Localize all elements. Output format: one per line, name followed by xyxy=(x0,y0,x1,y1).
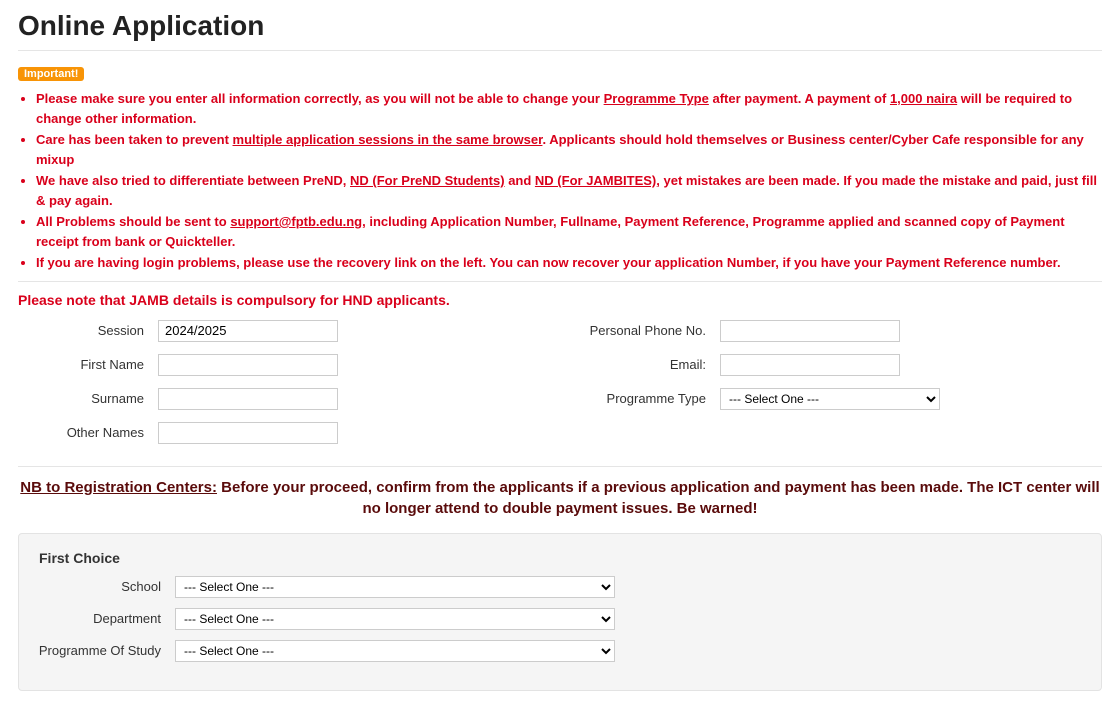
field-email: Email: xyxy=(560,354,1102,376)
department-select[interactable]: --- Select One --- xyxy=(175,608,615,630)
jamb-note: Please note that JAMB details is compuls… xyxy=(18,292,1102,308)
programme-of-study-label: Programme Of Study xyxy=(35,643,175,658)
field-first-name: First Name xyxy=(18,354,520,376)
warning-list: Please make sure you enter all informati… xyxy=(36,89,1102,273)
surname-label: Surname xyxy=(18,391,158,406)
warning-underline: support@fptb.edu.ng xyxy=(230,214,362,229)
nb-lead: NB to Registration Centers: xyxy=(20,479,217,496)
programme-type-label: Programme Type xyxy=(560,391,720,406)
warning-underline: ND (For JAMBITES) xyxy=(535,173,656,188)
form-row: Session First Name Surname Other Names P… xyxy=(18,320,1102,444)
other-names-label: Other Names xyxy=(18,425,158,440)
page-title: Online Application xyxy=(18,10,1102,42)
school-select[interactable]: --- Select One --- xyxy=(175,576,615,598)
important-badge: Important! xyxy=(18,67,84,81)
warning-item: Please make sure you enter all informati… xyxy=(36,89,1102,128)
programme-type-select[interactable]: --- Select One --- xyxy=(720,388,940,410)
field-department: Department --- Select One --- xyxy=(35,608,1085,630)
field-school: School --- Select One --- xyxy=(35,576,1085,598)
form-column-left: Session First Name Surname Other Names xyxy=(18,320,560,444)
divider xyxy=(18,281,1102,282)
warning-text: If you are having login problems, please… xyxy=(36,255,1061,270)
divider xyxy=(18,50,1102,51)
email-input[interactable] xyxy=(720,354,900,376)
programme-of-study-select[interactable]: --- Select One --- xyxy=(175,640,615,662)
warning-underline: ND (For PreND Students) xyxy=(350,173,505,188)
warning-underline: 1,000 naira xyxy=(890,91,957,106)
warning-text: after payment. A payment of xyxy=(709,91,890,106)
school-label: School xyxy=(35,579,175,594)
field-phone: Personal Phone No. xyxy=(560,320,1102,342)
first-name-label: First Name xyxy=(18,357,158,372)
warning-text: Please make sure you enter all informati… xyxy=(36,91,604,106)
warning-item: All Problems should be sent to support@f… xyxy=(36,212,1102,251)
first-choice-panel: First Choice School --- Select One --- D… xyxy=(18,533,1102,691)
phone-label: Personal Phone No. xyxy=(560,323,720,338)
phone-input[interactable] xyxy=(720,320,900,342)
field-programme-of-study: Programme Of Study --- Select One --- xyxy=(35,640,1085,662)
session-label: Session xyxy=(18,323,158,338)
divider xyxy=(18,466,1102,467)
field-session: Session xyxy=(18,320,520,342)
other-names-input[interactable] xyxy=(158,422,338,444)
session-input[interactable] xyxy=(158,320,338,342)
nb-notice: NB to Registration Centers: Before your … xyxy=(18,477,1102,519)
warning-text: All Problems should be sent to xyxy=(36,214,230,229)
first-choice-heading: First Choice xyxy=(39,550,1085,566)
field-surname: Surname xyxy=(18,388,520,410)
department-label: Department xyxy=(35,611,175,626)
warning-item: We have also tried to differentiate betw… xyxy=(36,171,1102,210)
first-name-input[interactable] xyxy=(158,354,338,376)
form-column-right: Personal Phone No. Email: Programme Type… xyxy=(560,320,1102,444)
warning-text: We have also tried to differentiate betw… xyxy=(36,173,350,188)
warning-underline: Programme Type xyxy=(604,91,709,106)
field-programme-type: Programme Type --- Select One --- xyxy=(560,388,1102,410)
nb-rest: Before your proceed, confirm from the ap… xyxy=(217,479,1100,517)
warning-item: Care has been taken to prevent multiple … xyxy=(36,130,1102,169)
field-other-names: Other Names xyxy=(18,422,520,444)
warning-underline: multiple application sessions in the sam… xyxy=(233,132,543,147)
warning-text: and xyxy=(505,173,535,188)
email-label: Email: xyxy=(560,357,720,372)
warning-item: If you are having login problems, please… xyxy=(36,253,1102,273)
surname-input[interactable] xyxy=(158,388,338,410)
warning-text: Care has been taken to prevent xyxy=(36,132,233,147)
